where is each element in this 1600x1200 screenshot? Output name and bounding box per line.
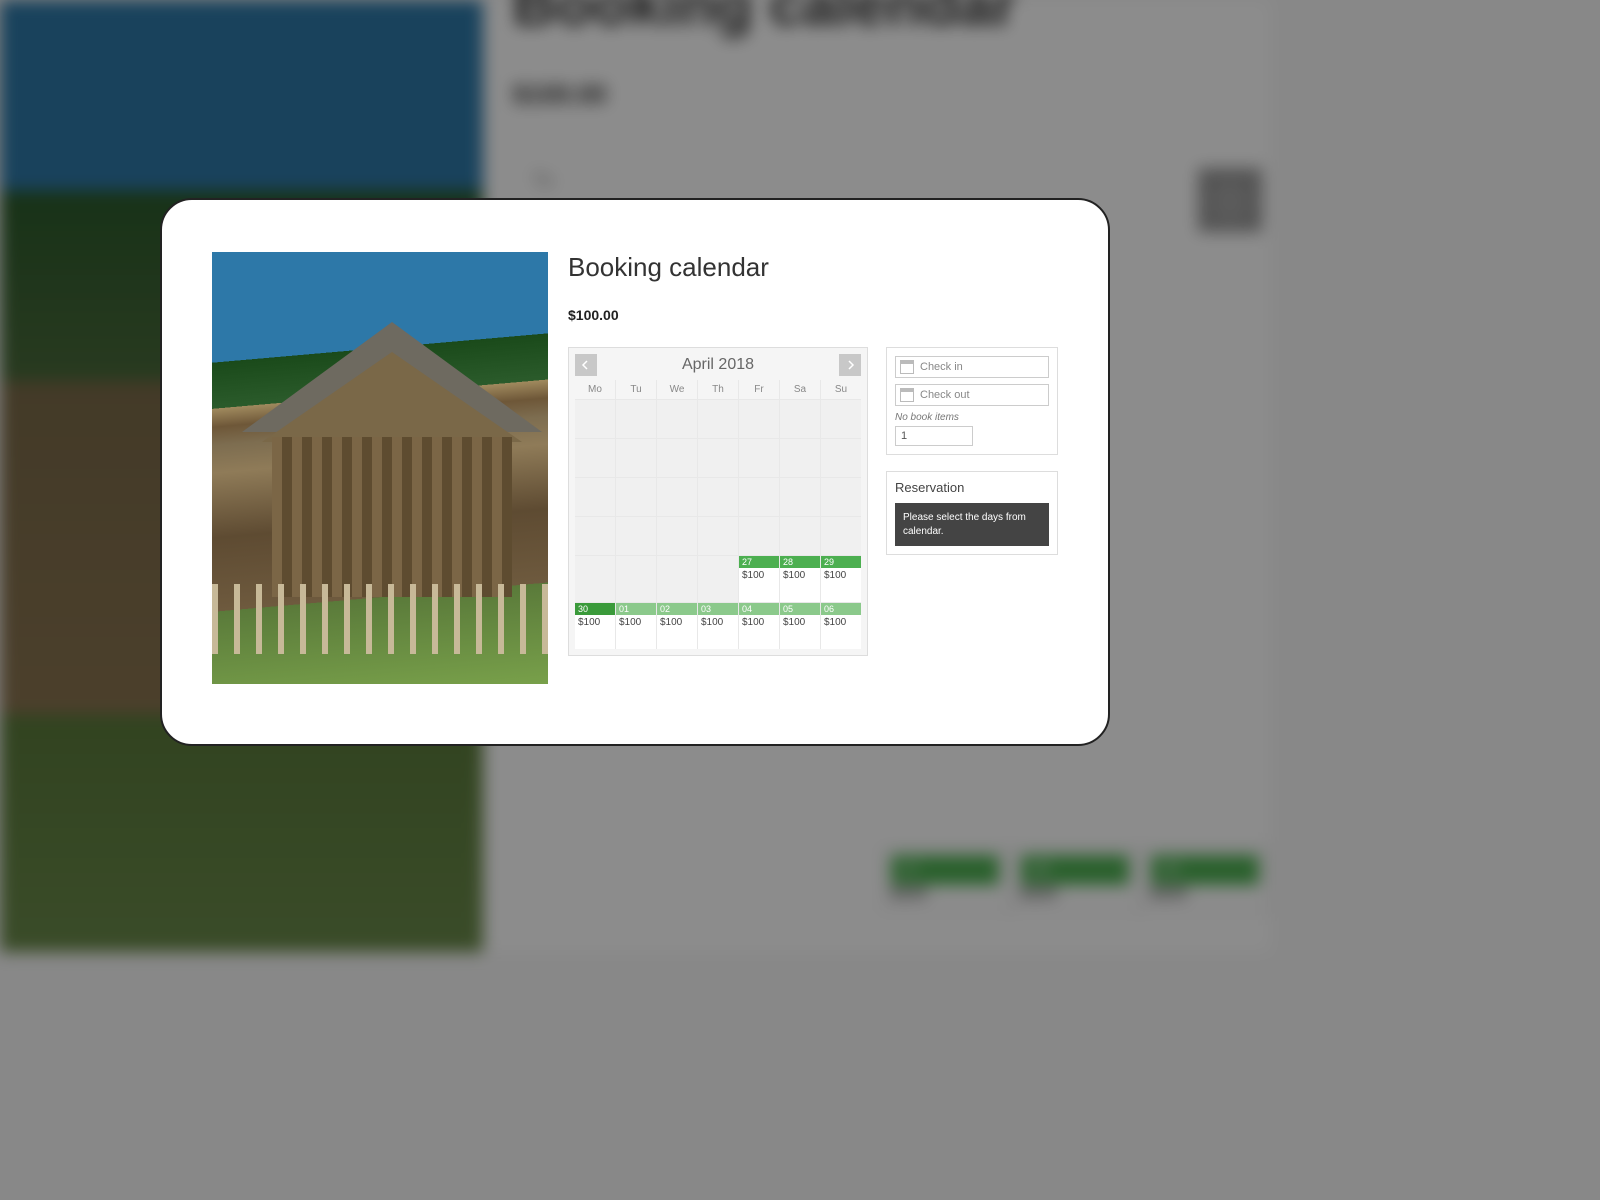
calendar-day[interactable] xyxy=(698,400,738,438)
calendar-day[interactable] xyxy=(821,400,861,438)
dow-header: Tu xyxy=(616,380,656,399)
dow-header: Mo xyxy=(575,380,615,399)
calendar-day[interactable] xyxy=(575,517,615,555)
calendar-day[interactable] xyxy=(739,439,779,477)
calendar-prev-button[interactable] xyxy=(575,354,597,376)
checkin-input[interactable]: Check in xyxy=(895,356,1049,378)
bg-page-title: Booking calendar xyxy=(513,0,1240,39)
calendar-day[interactable] xyxy=(739,517,779,555)
calendar-next-button[interactable] xyxy=(839,354,861,376)
calendar-day[interactable] xyxy=(616,478,656,516)
calendar-day[interactable] xyxy=(739,478,779,516)
calendar-day[interactable] xyxy=(616,439,656,477)
calendar-icon xyxy=(900,388,914,402)
reservation-title: Reservation xyxy=(895,480,1049,495)
calendar-day-available[interactable]: 28$100 xyxy=(780,556,820,602)
dow-header: Fr xyxy=(739,380,779,399)
calendar-grid: Mo Tu We Th Fr Sa Su 27$100 28$100 xyxy=(575,380,861,649)
calendar-day[interactable] xyxy=(780,517,820,555)
calendar-day-available[interactable]: 01$100 xyxy=(616,603,656,649)
calendar-day[interactable] xyxy=(780,400,820,438)
calendar-day[interactable] xyxy=(616,556,656,602)
calendar-day-available[interactable]: 02$100 xyxy=(657,603,697,649)
product-card: Booking calendar $100.00 April 2018 Mo T… xyxy=(160,198,1110,746)
booking-form: Check in Check out No book items 1 xyxy=(886,347,1058,455)
checkout-placeholder: Check out xyxy=(920,389,970,401)
items-input[interactable]: 1 xyxy=(895,426,973,446)
calendar-day[interactable] xyxy=(616,517,656,555)
calendar-day[interactable] xyxy=(657,400,697,438)
bg-dow: Tu xyxy=(533,170,553,191)
calendar-month-label: April 2018 xyxy=(682,356,754,374)
calendar-day[interactable] xyxy=(575,439,615,477)
calendar-day[interactable] xyxy=(575,400,615,438)
calendar-icon xyxy=(900,360,914,374)
calendar-day-available[interactable]: 04$100 xyxy=(739,603,779,649)
bg-price: $100.00 xyxy=(513,79,1240,110)
calendar-day[interactable] xyxy=(698,517,738,555)
calendar-day[interactable] xyxy=(698,556,738,602)
calendar-day[interactable] xyxy=(657,439,697,477)
product-price: $100.00 xyxy=(568,307,1058,323)
product-image[interactable] xyxy=(212,252,548,684)
calendar-day-available[interactable]: 27$100 xyxy=(739,556,779,602)
calendar-day[interactable] xyxy=(821,517,861,555)
dow-header: We xyxy=(657,380,697,399)
dow-header: Th xyxy=(698,380,738,399)
calendar-day-available[interactable]: 05$100 xyxy=(780,603,820,649)
chevron-right-icon xyxy=(845,360,855,370)
calendar-day[interactable] xyxy=(780,478,820,516)
calendar-day[interactable] xyxy=(575,478,615,516)
checkin-placeholder: Check in xyxy=(920,361,963,373)
calendar-day[interactable] xyxy=(698,478,738,516)
calendar-day[interactable] xyxy=(821,478,861,516)
calendar-day[interactable] xyxy=(657,517,697,555)
reservation-message: Please select the days from calendar. xyxy=(895,503,1049,546)
product-title: Booking calendar xyxy=(568,252,1058,283)
dow-header: Sa xyxy=(780,380,820,399)
calendar-day[interactable] xyxy=(821,439,861,477)
calendar-day[interactable] xyxy=(575,556,615,602)
calendar-day-available[interactable]: 06$100 xyxy=(821,603,861,649)
calendar-day[interactable] xyxy=(698,439,738,477)
calendar: April 2018 Mo Tu We Th Fr Sa Su xyxy=(568,347,868,656)
dow-header: Su xyxy=(821,380,861,399)
calendar-day[interactable] xyxy=(657,478,697,516)
calendar-day[interactable] xyxy=(657,556,697,602)
calendar-day[interactable] xyxy=(739,400,779,438)
calendar-day-available[interactable]: 29$100 xyxy=(821,556,861,602)
calendar-day-available[interactable]: 03$100 xyxy=(698,603,738,649)
calendar-day[interactable] xyxy=(780,439,820,477)
items-label: No book items xyxy=(895,412,1049,423)
bg-avail-row: 27$100 28$100 29$100 xyxy=(880,846,1270,912)
calendar-day-available[interactable]: 30$100 xyxy=(575,603,615,649)
checkout-input[interactable]: Check out xyxy=(895,384,1049,406)
chevron-left-icon xyxy=(581,360,591,370)
calendar-day[interactable] xyxy=(616,400,656,438)
bg-info-icon: ⓘ xyxy=(1198,168,1262,232)
reservation-panel: Reservation Please select the days from … xyxy=(886,471,1058,555)
